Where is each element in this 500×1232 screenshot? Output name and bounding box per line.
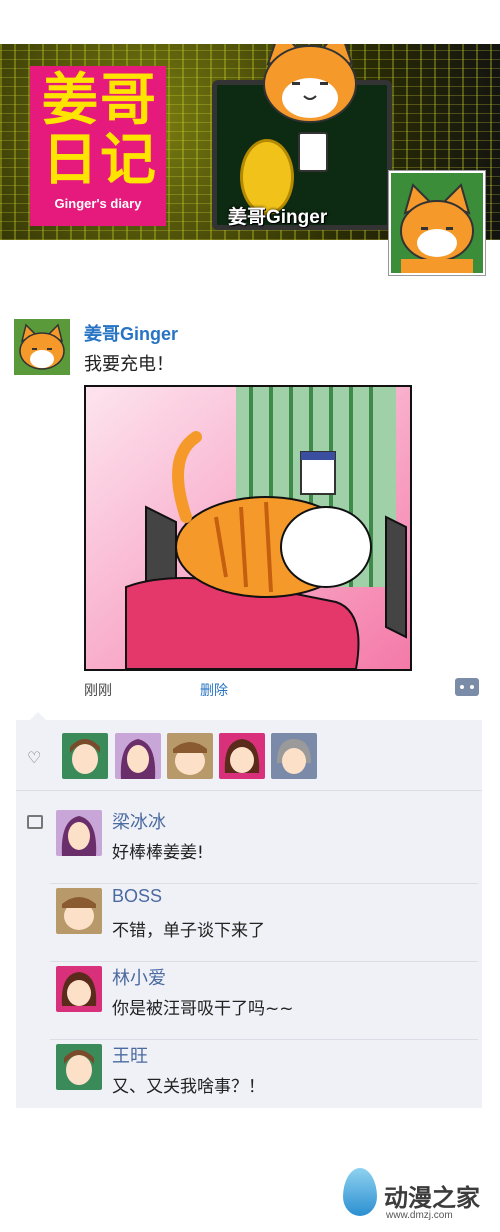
diary-logo: 姜哥 日记 Ginger's diary xyxy=(30,66,166,226)
more-actions-button[interactable] xyxy=(455,678,479,696)
liker-avatar[interactable] xyxy=(271,733,317,779)
banner-character-name: 姜哥Ginger xyxy=(228,207,328,228)
comment-item[interactable]: 王旺 又、又关我啥事？！ xyxy=(50,1040,478,1106)
post-timestamp: 刚刚 xyxy=(84,683,112,699)
watermark-logo-icon xyxy=(343,1168,377,1216)
liker-avatar[interactable] xyxy=(167,733,213,779)
comment-item[interactable]: 林小爱 你是被汪哥吸干了吗~~ xyxy=(50,962,478,1040)
id-badge-illustration xyxy=(298,132,328,172)
comment-text: 你是被汪哥吸干了吗~~ xyxy=(112,999,294,1019)
logo-subtitle: Ginger's diary xyxy=(54,196,142,211)
cat-mascot-illustration xyxy=(263,44,357,123)
logo-line-1: 姜哥 xyxy=(42,68,158,133)
comment-text: 好棒棒姜姜! xyxy=(112,843,204,863)
commenter-avatar[interactable] xyxy=(56,888,102,934)
watermark-url: www.dmzj.com xyxy=(386,1210,453,1221)
heart-icon: ♡ xyxy=(27,748,42,767)
liker-avatar[interactable] xyxy=(62,733,108,779)
comment-text: 又、又关我啥事？！ xyxy=(112,1077,265,1097)
post-author-avatar[interactable] xyxy=(14,319,70,375)
comment-text: 不错，单子谈下来了 xyxy=(112,921,265,941)
commenter-avatar[interactable] xyxy=(56,810,102,856)
comment-item[interactable]: BOSS 不错，单子谈下来了 xyxy=(50,884,478,962)
commenter-avatar[interactable] xyxy=(56,1044,102,1090)
commenter-name[interactable]: 梁冰冰 xyxy=(112,808,166,834)
commenter-name[interactable]: BOSS xyxy=(112,886,162,907)
panel-divider xyxy=(16,790,482,791)
comment-icon xyxy=(27,815,43,829)
commenter-avatar[interactable] xyxy=(56,966,102,1012)
post-image[interactable] xyxy=(84,385,412,671)
delete-button[interactable]: 删除 xyxy=(200,680,228,700)
logo-line-2: 日记 xyxy=(42,128,158,193)
post-author-name[interactable]: 姜哥Ginger xyxy=(84,320,178,346)
liker-avatar[interactable] xyxy=(115,733,161,779)
panel-pointer xyxy=(30,712,46,720)
profile-avatar[interactable] xyxy=(389,171,485,275)
commenter-name[interactable]: 林小爱 xyxy=(112,964,166,990)
commenter-name[interactable]: 王旺 xyxy=(112,1042,148,1068)
watermark-title: 动漫之家 xyxy=(384,1184,480,1212)
comment-item[interactable]: 梁冰冰 好棒棒姜姜! xyxy=(50,806,478,884)
post-text: 我要充电！ xyxy=(84,354,174,375)
liker-avatar[interactable] xyxy=(219,733,265,779)
